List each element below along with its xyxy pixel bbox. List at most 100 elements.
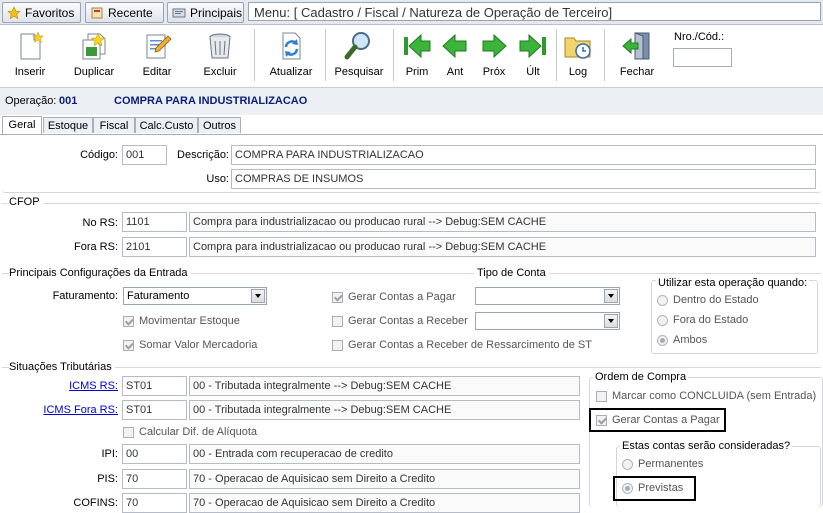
pesquisar-label: Pesquisar (334, 66, 384, 78)
icms-rs-desc-field: 00 - Tributada integralmente --> Debug:S… (189, 376, 580, 396)
fora-estado-label: Fora do Estado (673, 314, 749, 326)
marcar-concluida-checkbox[interactable]: Marcar como CONCLUIDA (sem Entrada) (596, 390, 816, 402)
checkbox-box[interactable] (123, 339, 134, 351)
config-title: Principais Configurações da Entrada (9, 267, 191, 279)
checkbox-box[interactable] (332, 315, 343, 327)
operation-label: Operação: (5, 95, 57, 107)
star-icon (7, 5, 21, 19)
ipi-label: IPI: (101, 448, 118, 460)
excluir-button[interactable]: Excluir (200, 25, 240, 85)
inserir-button[interactable]: Inserir (10, 25, 50, 85)
cofins-desc-field: 70 - Operacao de Aquisicao sem Direito a… (189, 493, 580, 513)
first-record-icon (404, 33, 431, 59)
radio-circle[interactable] (622, 458, 633, 470)
fora-estado-radio[interactable]: Fora do Estado (657, 314, 748, 326)
recente-tab[interactable]: Recente (85, 2, 164, 23)
principais-tab[interactable]: Principais (167, 2, 244, 23)
icms-rs-label[interactable]: ICMS RS: (30, 380, 118, 392)
radio-circle[interactable] (657, 314, 668, 326)
radio-circle[interactable] (657, 294, 668, 306)
marcar-concluida-label: Marcar como CONCLUIDA (sem Entrada) (612, 390, 817, 402)
checkbox-box[interactable] (332, 339, 343, 351)
situacoes-title: Situações Tributárias (9, 361, 115, 373)
operation-name: COMPRA PARA INDUSTRIALIZACAO (114, 95, 308, 107)
chevron-down-icon[interactable] (604, 289, 618, 303)
no-rs-code-field[interactable]: 1101 (122, 212, 187, 232)
radio-circle[interactable] (657, 334, 668, 346)
tab-strip: Geral Estoque Fiscal Calc.Custo Outros (0, 116, 823, 135)
dentro-estado-radio[interactable]: Dentro do Estado (657, 294, 759, 306)
ambos-radio[interactable]: Ambos (657, 334, 707, 346)
uso-label: Uso: (206, 173, 229, 185)
icms-fora-link[interactable]: ICMS Fora RS: (43, 404, 118, 416)
inserir-label: Inserir (14, 66, 46, 78)
permanentes-radio[interactable]: Permanentes (622, 458, 703, 470)
permanentes-label: Permanentes (638, 458, 704, 470)
nro-cod-input[interactable] (673, 48, 732, 67)
fora-rs-code-field[interactable]: 2101 (122, 237, 187, 257)
tab-geral[interactable]: Geral (2, 116, 42, 134)
ant-button[interactable]: Ant (440, 25, 470, 85)
icms-rs-link[interactable]: ICMS RS: (69, 380, 118, 392)
tab-outros[interactable]: Outros (198, 117, 241, 133)
descricao-field[interactable]: COMPRA PARA INDUSTRIALIZACAO (231, 145, 816, 165)
checkbox-box[interactable] (123, 426, 134, 438)
ipi-code-field[interactable]: 00 (122, 444, 187, 464)
tab-estoque[interactable]: Estoque (43, 117, 93, 133)
ult-button[interactable]: Últ (518, 25, 548, 85)
recente-label: Recente (108, 5, 153, 20)
chevron-down-icon[interactable] (604, 314, 618, 328)
gerar-ressarcimento-label: Gerar Contas a Receber de Ressarcimento … (348, 339, 592, 351)
calcular-dif-checkbox[interactable]: Calcular Dif. de Alíquota (123, 426, 257, 438)
log-button[interactable]: Log (562, 25, 594, 85)
tab-fiscal[interactable]: Fiscal (93, 117, 135, 133)
descricao-label: Descrição: (177, 149, 229, 161)
gerar-pagar-checkbox[interactable]: Gerar Contas a Pagar (332, 291, 456, 303)
prim-label: Prim (405, 66, 429, 78)
icms-fora-label[interactable]: ICMS Fora RS: (20, 404, 118, 416)
log-folder-icon (564, 37, 591, 59)
icms-rs-code-field[interactable]: ST01 (122, 376, 187, 396)
checkbox-box[interactable] (596, 390, 607, 402)
fora-rs-desc-field: Compra para industrializacao ou producao… (189, 237, 816, 257)
pis-code-field[interactable]: 70 (122, 469, 187, 489)
atualizar-button[interactable]: Atualizar (268, 25, 314, 85)
editar-button[interactable]: Editar (137, 25, 177, 85)
next-record-icon (482, 33, 507, 59)
tipo-conta-pagar-select[interactable] (475, 287, 620, 305)
toolbar-separator (393, 29, 394, 81)
tipo-conta-receber-select[interactable] (475, 312, 620, 330)
cofins-code-field[interactable]: 70 (122, 493, 187, 513)
icms-fora-code-field[interactable]: ST01 (122, 400, 187, 420)
checkbox-box[interactable] (332, 291, 343, 303)
pis-label: PIS: (97, 473, 118, 485)
calcular-dif-label: Calcular Dif. de Alíquota (139, 426, 258, 438)
toolbar-separator (556, 29, 557, 81)
chevron-down-icon[interactable] (251, 289, 265, 303)
codigo-field[interactable]: 001 (122, 145, 167, 165)
situacoes-divider (2, 367, 821, 368)
previous-record-icon (442, 33, 467, 59)
uso-field[interactable]: COMPRAS DE INSUMOS (231, 169, 816, 189)
no-rs-label: No RS: (82, 217, 118, 229)
ordem-title: Ordem de Compra (593, 371, 689, 383)
search-icon (344, 32, 370, 60)
fechar-button[interactable]: Fechar (616, 25, 658, 85)
prim-button[interactable]: Prim (402, 25, 432, 85)
prox-button[interactable]: Próx (479, 25, 509, 85)
top-navigation-bar: Favoritos Recente Principais Menu: [ Cad… (0, 0, 823, 25)
faturamento-select[interactable]: Faturamento (123, 287, 267, 305)
duplicar-button[interactable]: Duplicar (72, 25, 116, 85)
icms-fora-desc-field: 00 - Tributada integralmente --> Debug:S… (189, 400, 580, 420)
gerar-receber-checkbox[interactable]: Gerar Contas a Receber (332, 315, 468, 327)
ipi-desc-field: 00 - Entrada com recuperacao de credito (189, 444, 580, 464)
somar-valor-checkbox[interactable]: Somar Valor Mercadoria (123, 339, 257, 351)
gerar-ressarcimento-checkbox[interactable]: Gerar Contas a Receber de Ressarcimento … (332, 339, 592, 351)
tab-calc-custo[interactable]: Calc.Custo (135, 117, 198, 133)
pesquisar-button[interactable]: Pesquisar (334, 25, 384, 85)
checkbox-box[interactable] (123, 315, 134, 327)
last-record-icon (519, 33, 546, 59)
movimentar-estoque-checkbox[interactable]: Movimentar Estoque (123, 315, 240, 327)
favoritos-tab[interactable]: Favoritos (2, 2, 81, 23)
recent-icon (91, 7, 103, 18)
